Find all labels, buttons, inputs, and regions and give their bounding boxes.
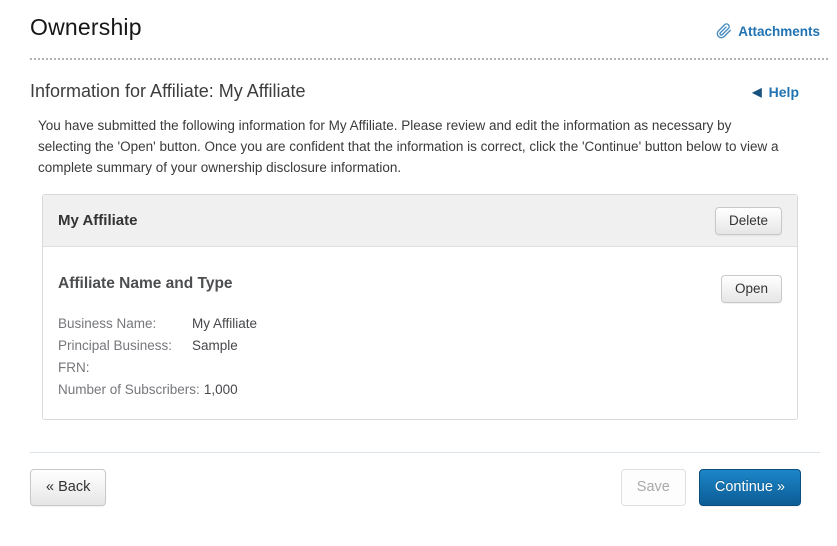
help-label: Help — [769, 84, 799, 100]
field-row-number-of-subscribers: Number of Subscribers: 1,000 — [58, 379, 782, 401]
subsection-header: Affiliate Name and Type Open — [58, 275, 782, 303]
field-row-principal-business: Principal Business: Sample — [58, 335, 782, 357]
intro-paragraph: You have submitted the following informa… — [38, 115, 780, 178]
attachments-label: Attachments — [738, 24, 820, 39]
subsection-heading: Affiliate Name and Type — [58, 275, 233, 293]
field-row-frn: FRN: — [58, 357, 782, 379]
affiliate-card-title: My Affiliate — [58, 212, 137, 229]
field-label: Principal Business: — [58, 335, 188, 357]
field-label: Business Name: — [58, 313, 188, 335]
field-label: FRN: — [58, 357, 188, 379]
affiliate-card-body: Affiliate Name and Type Open Business Na… — [43, 247, 797, 419]
paperclip-icon — [716, 23, 732, 39]
field-value: Sample — [192, 338, 238, 353]
section-heading: Information for Affiliate: My Affiliate — [30, 81, 305, 102]
attachments-link[interactable]: Attachments — [716, 23, 820, 39]
page: Ownership Attachments Information for Af… — [0, 0, 837, 506]
page-title: Ownership — [30, 14, 142, 41]
field-value: 1,000 — [204, 382, 238, 397]
help-link[interactable]: ◀ Help — [752, 84, 799, 100]
open-button[interactable]: Open — [721, 275, 782, 303]
field-label: Number of Subscribers: — [58, 379, 200, 401]
affiliate-card: My Affiliate Delete Affiliate Name and T… — [42, 194, 798, 420]
continue-button[interactable]: Continue » — [699, 469, 801, 506]
field-row-business-name: Business Name: My Affiliate — [58, 313, 782, 335]
delete-button[interactable]: Delete — [715, 207, 782, 235]
footer-divider — [30, 452, 820, 453]
field-list: Business Name: My Affiliate Principal Bus… — [58, 313, 782, 401]
help-arrow-icon: ◀ — [752, 86, 761, 98]
page-header: Ownership Attachments — [30, 14, 820, 41]
affiliate-card-header: My Affiliate Delete — [43, 195, 797, 247]
footer-actions: « Back Save Continue » — [30, 469, 820, 506]
header-divider — [30, 58, 828, 60]
field-value: My Affiliate — [192, 316, 257, 331]
footer-right-actions: Save Continue » — [621, 469, 801, 506]
save-button[interactable]: Save — [621, 469, 686, 506]
section-header: Information for Affiliate: My Affiliate … — [30, 81, 820, 102]
back-button[interactable]: « Back — [30, 469, 106, 506]
